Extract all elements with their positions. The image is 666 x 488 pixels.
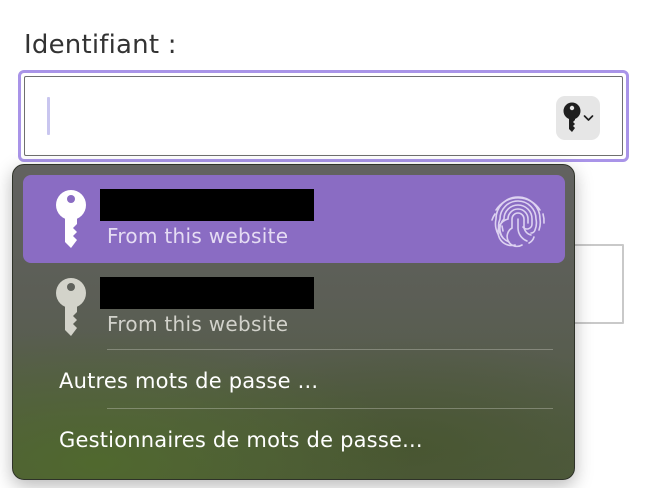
credential-username: ████████ — [100, 277, 314, 309]
username-label: Identifiant : — [24, 30, 177, 60]
credential-suggestion[interactable]: ████████ From this website — [23, 263, 565, 351]
credential-username: ████████ — [100, 189, 314, 221]
key-icon — [56, 190, 86, 248]
credential-source: From this website — [107, 224, 289, 248]
username-field-focus-ring — [18, 70, 629, 162]
username-input[interactable] — [24, 76, 623, 156]
password-autofill-button[interactable] — [556, 96, 600, 140]
text-caret — [47, 97, 50, 135]
chevron-down-icon — [583, 115, 594, 121]
fingerprint-icon — [491, 196, 545, 248]
menu-separator — [107, 349, 553, 350]
credential-suggestion[interactable]: ████████ From this website — [23, 175, 565, 263]
menu-separator — [107, 408, 553, 409]
key-icon — [56, 278, 86, 336]
credential-source: From this website — [107, 312, 289, 336]
key-icon — [563, 102, 581, 132]
password-autofill-popup: ████████ From this website ████████ From… — [12, 164, 575, 480]
other-passwords-item[interactable]: Autres mots de passe ... — [59, 369, 318, 393]
password-managers-item[interactable]: Gestionnaires de mots de passe... — [59, 428, 423, 452]
